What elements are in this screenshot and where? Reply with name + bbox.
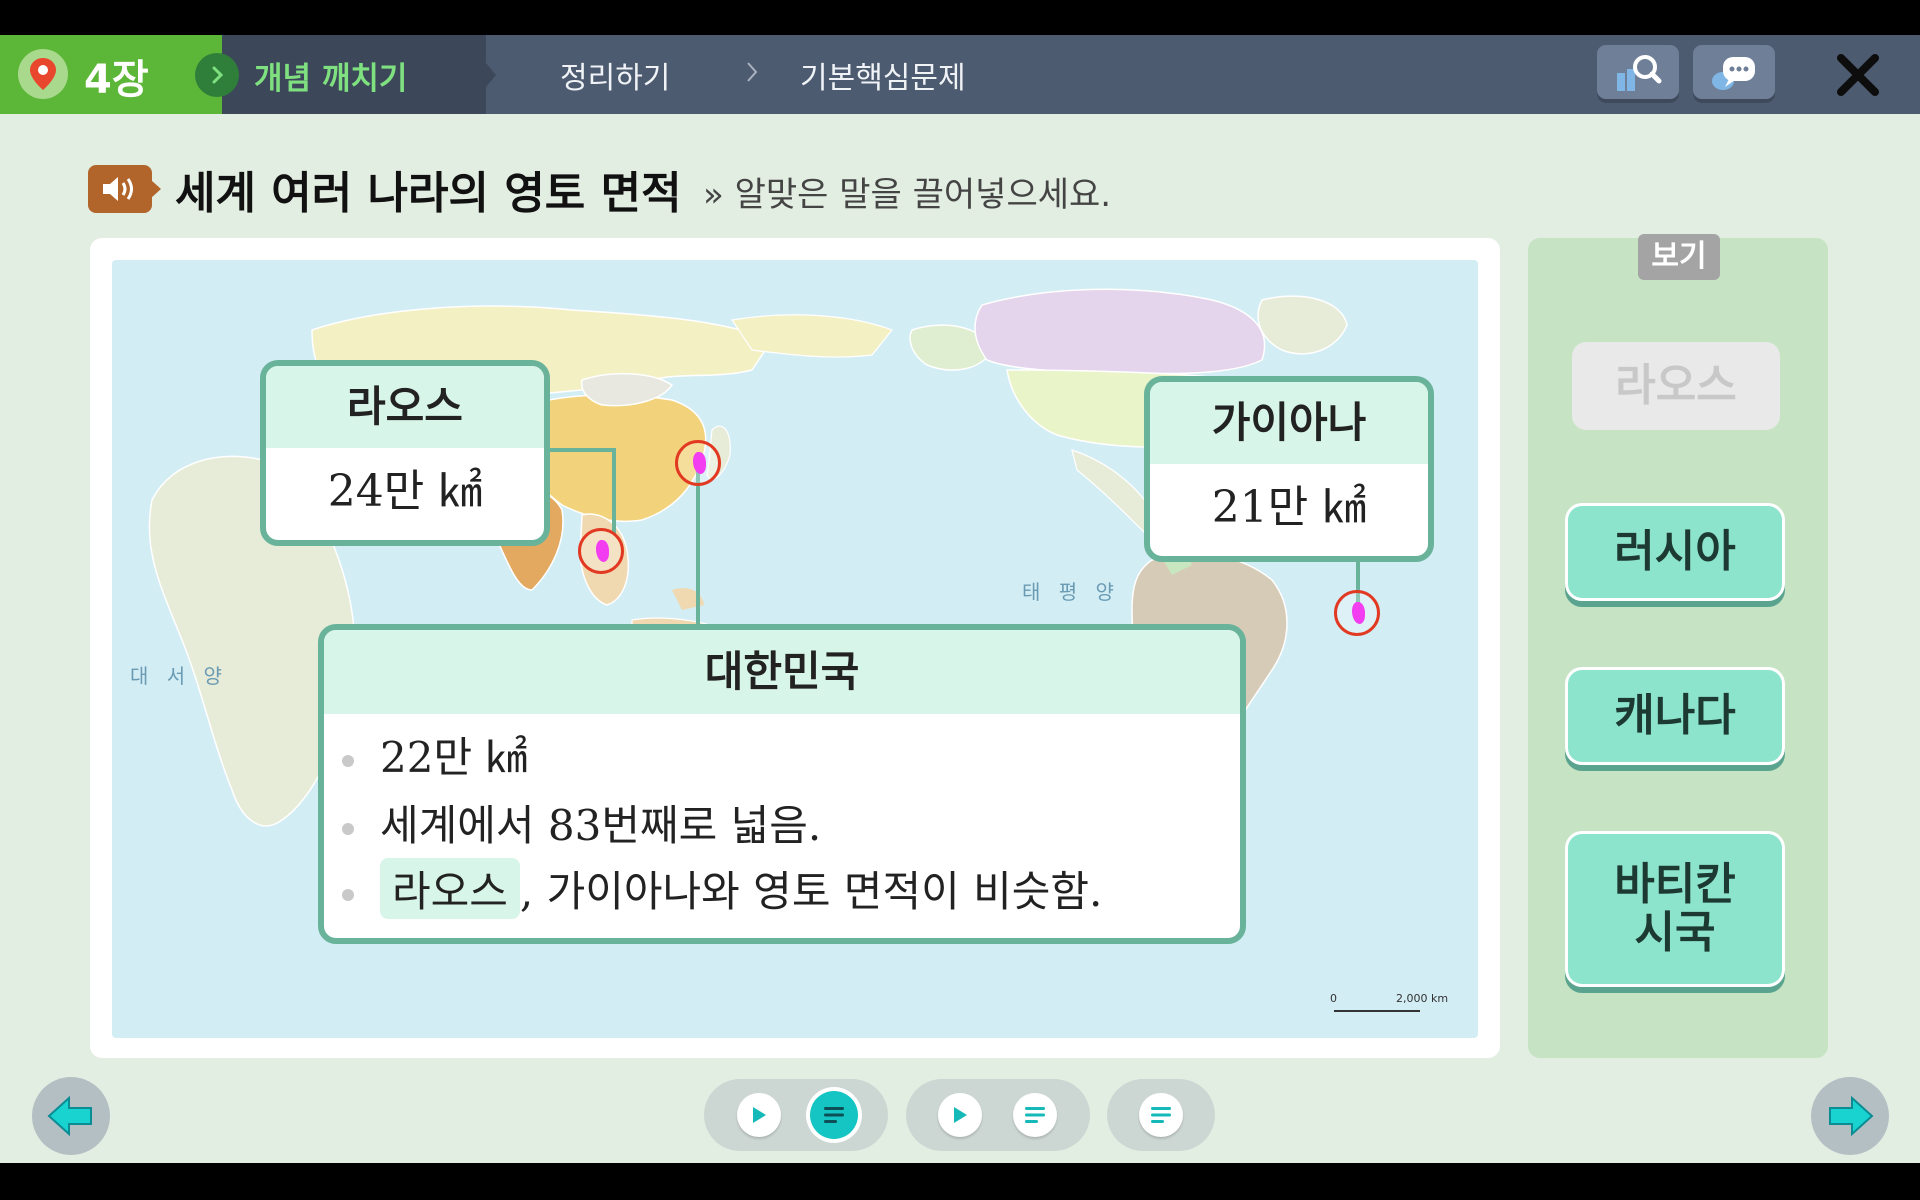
chevron-separator-icon bbox=[744, 59, 760, 89]
speaker-icon bbox=[103, 177, 133, 201]
media-group-1 bbox=[704, 1079, 888, 1151]
text-lines-icon bbox=[1025, 1107, 1045, 1123]
play-icon bbox=[753, 1107, 766, 1123]
tab-active-arrow bbox=[486, 63, 496, 87]
page-title: 세계 여러 나라의 영토 면적 bbox=[175, 168, 682, 219]
option-russia[interactable]: 러시아 bbox=[1568, 506, 1782, 598]
callout-laos-name: 라오스 bbox=[266, 366, 544, 448]
scale-line bbox=[1334, 1010, 1420, 1012]
bullet-dot bbox=[342, 889, 354, 901]
korea-area-line: 22만 ㎢ bbox=[342, 724, 527, 785]
next-page-button[interactable] bbox=[1811, 1077, 1889, 1155]
callout-guyana: 가이아나 21만 ㎢ bbox=[1144, 376, 1434, 562]
option-laos[interactable]: 라오스 bbox=[1572, 342, 1780, 430]
leader-line-laos-h bbox=[544, 448, 616, 452]
tab-summary[interactable]: 정리하기 bbox=[560, 53, 670, 97]
callout-laos-area: 24만 ㎢ bbox=[327, 466, 483, 517]
location-pin-icon bbox=[18, 49, 68, 99]
arrow-right-icon bbox=[1829, 1095, 1874, 1137]
chapter-label: 4장 bbox=[84, 57, 149, 103]
leader-line-laos-v bbox=[612, 448, 616, 534]
korea-area: 22만 ㎢ bbox=[380, 733, 528, 782]
arrow-left-icon bbox=[47, 1095, 92, 1137]
world-map: 대 서 양 태 평 양 라오스 24만 ㎢ 가이아나 21만 ㎢ 대한민국 22… bbox=[112, 260, 1478, 1038]
option-vatican[interactable]: 바티칸 시국 bbox=[1568, 834, 1782, 984]
previous-page-button[interactable] bbox=[32, 1077, 110, 1155]
options-panel: 보기 라오스 러시아 캐나다 바티칸 시국 bbox=[1528, 234, 1828, 1058]
chevron-right-icon[interactable] bbox=[195, 53, 239, 97]
korea-rank: 세계에서 83번째로 넓음. bbox=[380, 801, 822, 850]
guyana-marker bbox=[1334, 590, 1380, 636]
play-button-1[interactable] bbox=[737, 1093, 781, 1137]
laos-marker bbox=[578, 528, 624, 574]
play-button-2[interactable] bbox=[938, 1093, 982, 1137]
top-bar: 4장 개념 깨치기 정리하기 기본핵심문제 bbox=[0, 35, 1920, 114]
scale-start: 0 bbox=[1330, 992, 1337, 1005]
book-search-icon bbox=[1617, 55, 1662, 91]
text-lines-icon bbox=[1151, 1107, 1171, 1123]
korea-similar-line: 라오스, 가이아나와 영토 면적이 비슷함. bbox=[342, 858, 1102, 919]
speaker-tip bbox=[151, 180, 161, 198]
chat-bubble-icon bbox=[1712, 57, 1755, 90]
dictionary-search-button[interactable] bbox=[1597, 45, 1679, 103]
close-button[interactable] bbox=[1830, 49, 1886, 101]
text-button-2[interactable] bbox=[1013, 1093, 1057, 1137]
bullet-dot bbox=[342, 823, 354, 835]
close-icon bbox=[1837, 54, 1879, 96]
chapter-badge[interactable]: 4장 bbox=[0, 35, 222, 114]
korea-marker bbox=[675, 440, 721, 486]
callout-korea: 대한민국 22만 ㎢ 세계에서 83번째로 넓음. 라오스, 가이아나와 영토 … bbox=[318, 624, 1246, 944]
options-tag: 보기 bbox=[1638, 234, 1720, 280]
option-canada[interactable]: 캐나다 bbox=[1568, 670, 1782, 762]
map-scale-bar: 0 2,000 km bbox=[1330, 992, 1454, 1016]
chat-button[interactable] bbox=[1693, 45, 1775, 103]
callout-korea-name: 대한민국 bbox=[324, 630, 1240, 714]
tab-concept-label[interactable]: 개념 깨치기 bbox=[254, 53, 407, 98]
text-button-1[interactable] bbox=[810, 1091, 858, 1139]
media-group-2 bbox=[906, 1079, 1090, 1151]
callout-guyana-name: 가이아나 bbox=[1150, 382, 1428, 464]
korea-similar-rest: , 가이아나와 영토 면적이 비슷함. bbox=[519, 867, 1103, 916]
speaker-button[interactable] bbox=[88, 165, 152, 213]
callout-guyana-area: 21만 ㎢ bbox=[1211, 482, 1367, 533]
korea-rank-line: 세계에서 83번째로 넓음. bbox=[342, 792, 821, 853]
tab-core-problems[interactable]: 기본핵심문제 bbox=[800, 53, 966, 97]
callout-laos: 라오스 24만 ㎢ bbox=[260, 360, 550, 546]
ocean-label-pacific: 태 평 양 bbox=[1022, 580, 1120, 604]
scale-end: 2,000 km bbox=[1396, 992, 1449, 1005]
text-button-3[interactable] bbox=[1139, 1093, 1183, 1137]
device-frame: 4장 개념 깨치기 정리하기 기본핵심문제 세계 여러 나라의 영토 면적 » … bbox=[0, 0, 1920, 1200]
answer-drop-slot[interactable]: 라오스 bbox=[380, 858, 520, 919]
bullet-dot bbox=[342, 755, 354, 767]
app-screen: 4장 개념 깨치기 정리하기 기본핵심문제 세계 여러 나라의 영토 면적 » … bbox=[0, 35, 1920, 1163]
map-panel: 대 서 양 태 평 양 라오스 24만 ㎢ 가이아나 21만 ㎢ 대한민국 22… bbox=[90, 238, 1500, 1058]
ocean-label-atlantic: 대 서 양 bbox=[130, 664, 228, 688]
instruction-text: » 알맞은 말을 끌어넣으세요. bbox=[703, 175, 1112, 215]
text-lines-icon bbox=[824, 1107, 844, 1123]
play-icon bbox=[954, 1107, 967, 1123]
